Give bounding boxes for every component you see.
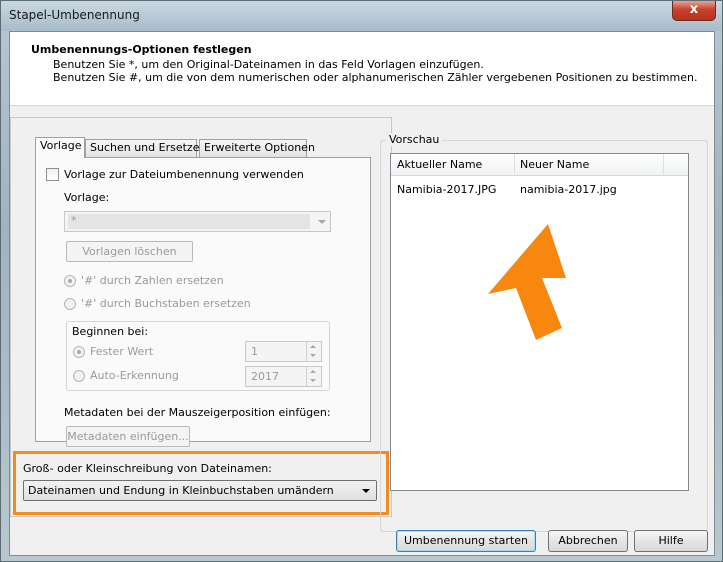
auto-detect-radio[interactable] <box>73 370 85 382</box>
case-label: Groß- oder Kleinschreibung von Dateiname… <box>23 462 272 475</box>
arrow-shape <box>488 224 566 340</box>
replace-numbers-radio[interactable] <box>64 275 76 287</box>
chevron-up-icon <box>310 370 316 373</box>
orange-arrow-icon <box>488 224 566 340</box>
replace-letters-label: '#' durch Buchstaben ersetzen <box>81 297 251 310</box>
case-selected-value: Dateinamen und Endung in Kleinbuchstaben… <box>28 484 334 497</box>
preview-label: Vorschau <box>386 133 443 146</box>
insert-metadata-button[interactable]: Metadaten einfügen... <box>66 426 190 447</box>
column-separator <box>514 154 515 176</box>
row-new-name[interactable]: namibia-2017.jpg <box>520 183 617 196</box>
rename-dialog-window: Stapel-Umbenennung x Umbenennungs-Option… <box>0 0 723 562</box>
close-button[interactable]: x <box>672 1 716 21</box>
row-current-name[interactable]: Namibia-2017.JPG <box>397 183 496 196</box>
template-combo[interactable]: * <box>64 211 331 232</box>
header-title: Umbenennungs-Optionen festlegen <box>31 43 252 56</box>
column-separator <box>663 154 664 176</box>
close-icon: x <box>689 2 699 17</box>
auto-detect-value: 2017 <box>251 370 279 383</box>
fixed-value-label: Fester Wert <box>90 345 154 358</box>
chevron-down-icon <box>310 354 316 357</box>
fixed-value: 1 <box>251 345 258 358</box>
tab-vorlage[interactable]: Vorlage <box>35 137 85 158</box>
chevron-down-icon <box>310 379 316 382</box>
metadata-label: Metadaten bei der Mauszeigerposition ein… <box>64 406 331 419</box>
case-highlight-frame: Groß- oder Kleinschreibung von Dateiname… <box>13 451 389 515</box>
delete-templates-button[interactable]: Vorlagen löschen <box>66 241 193 262</box>
window-title: Stapel-Umbenennung <box>9 8 140 22</box>
chevron-up-icon <box>310 345 316 348</box>
header-hint-hash: Benutzen Sie #, um die von dem numerisch… <box>53 71 698 84</box>
chevron-down-icon <box>318 220 326 224</box>
cancel-button[interactable]: Abbrechen <box>548 530 628 552</box>
case-select[interactable]: Dateinamen und Endung in Kleinbuchstaben… <box>23 480 377 501</box>
dialog-client-area: Umbenennungs-Optionen festlegen Benutzen… <box>9 31 715 556</box>
auto-detect-stepper[interactable]: 2017 <box>245 366 322 387</box>
header-hint-asterisk: Benutzen Sie *, um den Original-Dateinam… <box>53 58 484 71</box>
help-button[interactable]: Hilfe <box>634 530 708 552</box>
chevron-down-icon <box>362 489 370 493</box>
preview-list-header: Aktueller Name Neuer Name <box>391 154 688 176</box>
tab-erweiterte-optionen[interactable]: Erweiterte Optionen <box>199 139 315 157</box>
use-template-checkbox[interactable] <box>46 168 59 181</box>
title-bar[interactable]: Stapel-Umbenennung x <box>1 1 722 31</box>
template-label: Vorlage: <box>64 191 110 204</box>
tab-suchen-ersetzen[interactable]: Suchen und Ersetzen <box>85 139 206 157</box>
replace-numbers-label: '#' durch Zahlen ersetzen <box>81 274 224 287</box>
start-at-label: Beginnen bei: <box>72 325 149 338</box>
replace-letters-radio[interactable] <box>64 298 76 310</box>
start-at-group: Beginnen bei: Fester Wert 1 Auto-Erkennu… <box>66 321 330 391</box>
column-current-name[interactable]: Aktueller Name <box>397 158 482 171</box>
start-rename-button[interactable]: Umbenennung starten <box>396 530 536 552</box>
fixed-value-spin-buttons[interactable] <box>306 342 321 361</box>
column-new-name[interactable]: Neuer Name <box>520 158 589 171</box>
auto-detect-spin-buttons[interactable] <box>306 367 321 386</box>
tab-page-vorlage: Vorlage zur Dateiumbenennung verwenden V… <box>35 157 371 447</box>
use-template-label: Vorlage zur Dateiumbenennung verwenden <box>64 168 304 181</box>
template-value: * <box>68 214 310 229</box>
fixed-value-radio[interactable] <box>73 346 85 358</box>
fixed-value-stepper[interactable]: 1 <box>245 341 322 362</box>
dialog-header: Umbenennungs-Optionen festlegen Benutzen… <box>10 32 714 106</box>
auto-detect-label: Auto-Erkennung <box>90 369 179 382</box>
